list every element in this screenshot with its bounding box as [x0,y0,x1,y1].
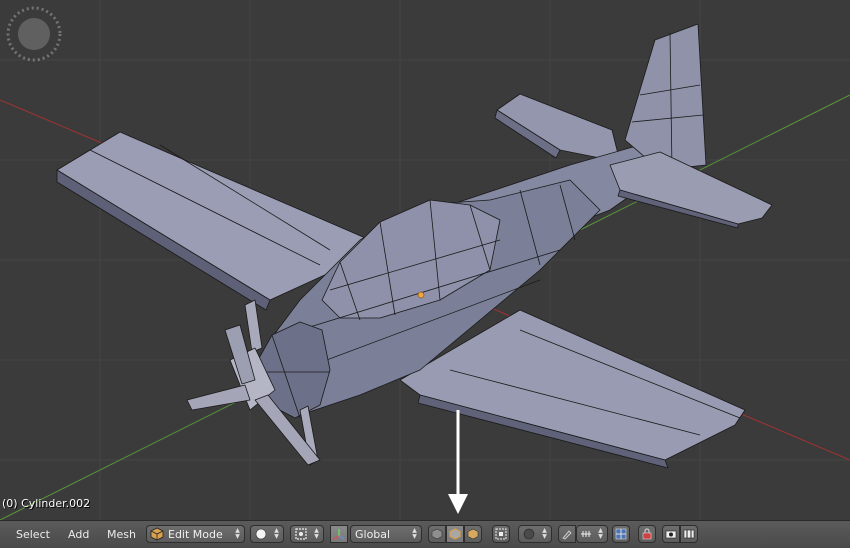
limit-selection-to-visible-icon [495,528,507,543]
proportional-editing-icon [523,528,535,543]
viewport-canvas [0,0,850,520]
face-select-button[interactable] [464,525,482,543]
annotation-arrow [448,410,468,514]
select-menu[interactable]: Select [16,528,50,541]
object-origin-point [417,291,425,299]
airplane-mesh[interactable] [56,23,773,469]
edge-select-icon [449,528,461,543]
pivot-point-icon [294,527,308,544]
solid-shading-sphere-icon [255,528,267,543]
transform-manipulator-icon [332,527,346,544]
active-object-label: (0) Cylinder.002 [2,497,91,510]
transform-orientation-dropdown[interactable]: Global ▲ ▼ [350,525,422,543]
snap-toggle[interactable] [558,525,576,543]
render-animation-icon [683,528,695,543]
pivot-point-dropdown[interactable]: ▲ ▼ [290,525,324,543]
proportional-editing-dropdown[interactable]: ▲ ▼ [518,525,552,543]
mode-dropdown[interactable]: Edit Mode ▲ ▼ [146,525,245,543]
chevron-updown-icon: ▲ ▼ [598,527,603,540]
vertex-select-button[interactable] [428,525,446,543]
chevron-updown-icon: ▲ ▼ [542,527,547,540]
chevron-updown-icon: ▲ ▼ [235,527,240,540]
lock-button[interactable] [638,525,656,543]
render-animation-button[interactable] [680,525,698,543]
mirror-button[interactable] [612,525,630,543]
viewport-shading-dropdown[interactable]: ▲ ▼ [250,525,284,543]
mirror-icon [615,528,627,543]
viewport-header: Select Add Mesh Edit Mode ▲ ▼ ▲ ▼ ▲ ▼ Globa… [0,520,850,548]
face-select-icon [467,528,479,543]
transform-manipulator-toggle[interactable] [330,525,348,543]
lock-icon [641,528,653,543]
mode-dropdown-label: Edit Mode [168,527,223,541]
vertex-select-icon [431,528,443,543]
edge-select-button[interactable] [446,525,464,543]
transform-orientation-label: Global [355,527,391,541]
limit-selection-to-visible-button[interactable] [492,525,510,543]
chevron-updown-icon: ▲ ▼ [314,527,319,540]
edit-mode-cube-icon [150,527,164,541]
3d-viewport[interactable]: (0) Cylinder.002 [0,0,850,520]
landing-gear[interactable] [244,299,263,353]
render-still-button[interactable] [662,525,680,543]
chevron-updown-icon: ▲ ▼ [412,527,417,540]
snap-element-icon [580,528,592,543]
watermark-logo [6,6,62,62]
add-menu[interactable]: Add [68,528,89,541]
chevron-updown-icon: ▲ ▼ [274,527,279,540]
mesh-menu[interactable]: Mesh [107,528,136,541]
snap-magnet-icon [561,528,573,543]
render-camera-icon [665,528,677,543]
snap-element-dropdown[interactable]: ▲ ▼ [576,525,608,543]
vertical-tail[interactable] [624,23,707,171]
